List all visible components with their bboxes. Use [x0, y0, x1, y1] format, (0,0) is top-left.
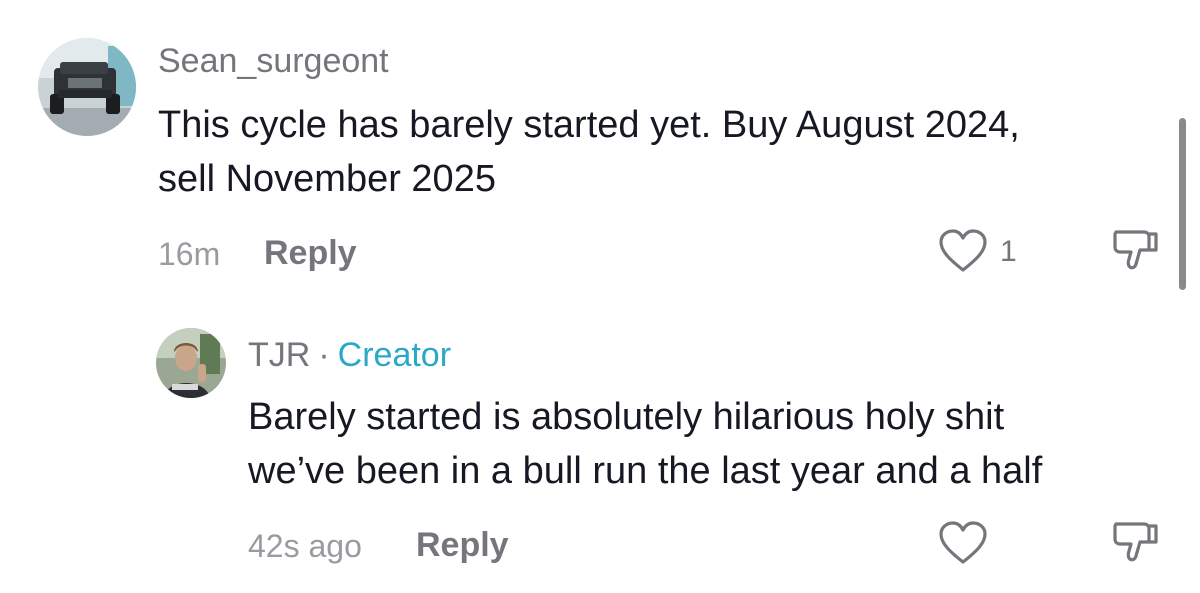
comment-text: This cycle has barely started yet. Buy A…	[158, 98, 1168, 206]
creator-badge: Creator	[337, 336, 452, 374]
separator-dot: ·	[318, 336, 330, 374]
comment-text-line: Barely started is absolutely hilarious h…	[248, 396, 1005, 438]
avatar[interactable]	[156, 328, 226, 398]
avatar[interactable]	[38, 38, 136, 136]
heart-icon[interactable]	[938, 520, 988, 566]
comment-timestamp: 16m	[158, 236, 221, 272]
like-count: 1	[1000, 235, 1017, 268]
truck-avatar-icon	[38, 38, 136, 136]
comment-text-line: sell November 2025	[158, 158, 496, 200]
comment-username: TJR · Creator	[248, 336, 451, 375]
username-label[interactable]: TJR	[248, 336, 310, 374]
comment-text-line: This cycle has barely started yet. Buy A…	[158, 104, 1020, 146]
comment-timestamp: 42s ago	[248, 528, 362, 564]
comment-username[interactable]: Sean_surgeont	[158, 42, 389, 81]
reply-button[interactable]: Reply	[264, 234, 357, 273]
reply-button[interactable]: Reply	[416, 526, 509, 565]
comment-text: Barely started is absolutely hilarious h…	[248, 390, 1178, 498]
scrollbar[interactable]	[1179, 118, 1186, 290]
person-avatar-icon	[156, 328, 226, 398]
dislike-icon[interactable]	[1110, 226, 1160, 274]
heart-icon[interactable]	[938, 228, 988, 274]
comment-text-line: we’ve been in a bull run the last year a…	[248, 450, 1043, 492]
dislike-icon[interactable]	[1110, 518, 1160, 566]
